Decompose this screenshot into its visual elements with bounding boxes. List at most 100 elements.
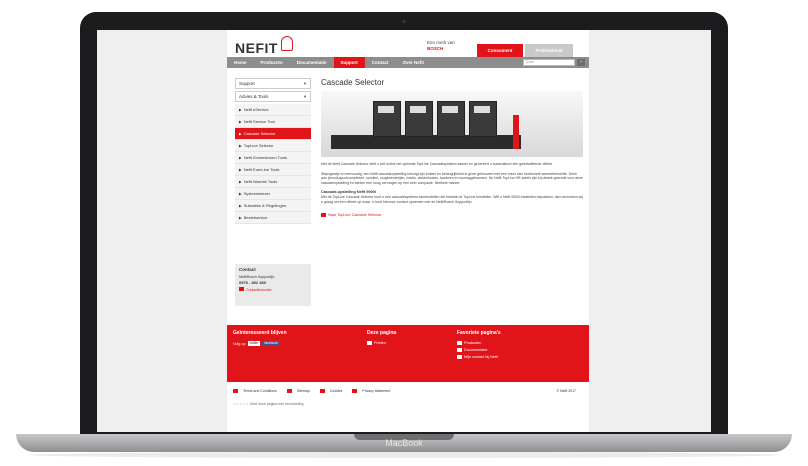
sidebar-item-systeemkiezer[interactable]: ▶ Systeemkiezer bbox=[235, 188, 311, 200]
sidebar-item-warmte[interactable]: ▶ Nefit Warmte Tools bbox=[235, 176, 311, 188]
footer-col-follow: Geïnteresseerd blijven Volg op twitter fac… bbox=[233, 330, 287, 346]
cascade-selector-link[interactable]: Naar TopLine Cascade Selector bbox=[321, 213, 583, 217]
sidebar-item-label: Nefit eService bbox=[243, 107, 269, 112]
sidebar-item-zonnestroom[interactable]: ▶ Nefit Zonnestroom Tools bbox=[235, 152, 311, 164]
arrow-icon: ▶ bbox=[239, 216, 242, 220]
arrow-icon: ▶ bbox=[239, 108, 242, 112]
nav-producten[interactable]: Producten bbox=[254, 57, 290, 68]
sidebar-item-label: Bestelservice bbox=[243, 215, 268, 220]
link-icon bbox=[233, 389, 238, 393]
copyright: © Nefit 2017 bbox=[556, 389, 576, 393]
nav-contact[interactable]: Contact bbox=[365, 57, 396, 68]
arrow-icon: ▶ bbox=[239, 168, 242, 172]
sidebar-item-enerline[interactable]: ▶ Nefit EnerLine Tools bbox=[235, 164, 311, 176]
boiler-unit bbox=[437, 101, 465, 137]
sidebar-item-label: Subsidies & Regelingen bbox=[243, 203, 287, 208]
contact-form-label: Contactformulier bbox=[246, 288, 272, 292]
sidebar-item-service-tool[interactable]: ▶ Nefit Service Tool bbox=[235, 116, 311, 128]
link-icon bbox=[457, 348, 462, 352]
boiler-unit bbox=[373, 101, 401, 137]
facebook-icon[interactable]: facebook bbox=[262, 341, 280, 346]
fav-link-label: Documentatie bbox=[464, 348, 488, 352]
link-icon bbox=[457, 355, 462, 359]
sidebar-item-label: Systeemkiezer bbox=[243, 191, 270, 196]
boiler-unit bbox=[405, 101, 433, 137]
sidebar-item-eservice[interactable]: ▶ Nefit eService bbox=[235, 104, 311, 116]
main-nav: Home Producten Documentatie Support Cont… bbox=[227, 57, 589, 68]
bottom-link-label: Privacy statement bbox=[362, 389, 391, 393]
footer-col-title: Geïnteresseerd blijven bbox=[233, 330, 287, 336]
professional-button[interactable]: Professional bbox=[525, 44, 573, 57]
site-footer: Geïnteresseerd blijven Volg op twitter fac… bbox=[227, 325, 589, 382]
bottom-link[interactable]: Sitemap bbox=[286, 389, 315, 393]
twitter-icon[interactable]: twitter bbox=[247, 341, 261, 346]
red-pipe bbox=[513, 115, 519, 149]
subsection-select-label: Advies & Tools bbox=[239, 94, 269, 99]
fav-link-label: Producten bbox=[464, 341, 482, 345]
camera-icon bbox=[402, 20, 406, 23]
nefit-logo[interactable]: NEFIT bbox=[235, 40, 278, 56]
bottom-link[interactable]: Privacy statement bbox=[352, 389, 395, 393]
page-rating[interactable]: ☆☆☆☆☆ Geef deze pagina een beoordeling bbox=[233, 402, 303, 406]
footer-col-title: Deze pagina bbox=[367, 330, 397, 336]
link-icon bbox=[286, 389, 292, 393]
intro-paragraph: Met de Nefit Cascade Selector stelt u ze… bbox=[321, 162, 554, 166]
contact-box: Contact Nefit/Bosch Supportlijn 0575 - 8… bbox=[235, 264, 311, 306]
bottom-link-label: Sitemap bbox=[296, 389, 310, 393]
macbook-label: MacBook bbox=[385, 438, 423, 448]
arrow-icon: ▶ bbox=[239, 204, 242, 208]
chevron-down-icon: ▼ bbox=[303, 81, 307, 86]
arrow-right-icon bbox=[321, 213, 326, 217]
link-icon bbox=[319, 389, 325, 393]
bottom-link[interactable]: Terms and Conditions bbox=[233, 389, 282, 393]
sidebar: Support ▼ Advies & Tools ▼ ▶ Nefit eService… bbox=[235, 78, 311, 224]
body-paragraph-2: Met de TopLine Cascade Selector kunt u e… bbox=[321, 195, 583, 204]
flame-icon bbox=[281, 36, 293, 51]
chevron-down-icon: ▼ bbox=[303, 94, 307, 99]
fav-link[interactable]: Producten bbox=[457, 341, 501, 345]
search-input[interactable]: Zoek bbox=[523, 59, 575, 66]
body-paragraph: Stapsgewijs en eenvoudig, een Nefit casc… bbox=[321, 171, 583, 185]
section-select[interactable]: Support ▼ bbox=[235, 78, 311, 89]
site-header: NEFIT Een merk van BOSCH Consument Profe… bbox=[227, 30, 589, 57]
nav-support[interactable]: Support bbox=[333, 57, 365, 68]
sidebar-item-topline-selector[interactable]: ▶ TopLine Selector bbox=[235, 140, 311, 152]
arrow-icon: ▶ bbox=[239, 144, 242, 148]
subheading: Cascade-opstelling Nefit 9000i bbox=[321, 190, 376, 194]
mail-icon bbox=[239, 287, 244, 291]
nav-home[interactable]: Home bbox=[227, 57, 254, 68]
hero-image bbox=[321, 91, 583, 157]
boiler-unit bbox=[469, 101, 497, 137]
search-icon[interactable]: › bbox=[577, 59, 585, 66]
nav-documentatie[interactable]: Documentatie bbox=[290, 57, 334, 68]
sidebar-item-cascade-selector[interactable]: ▶ Cascade Selector bbox=[235, 128, 311, 140]
contact-title: Contact bbox=[239, 267, 256, 272]
nav-over-nefit[interactable]: Over Nefit bbox=[396, 57, 432, 68]
fav-link[interactable]: Documentatie bbox=[457, 348, 501, 352]
link-icon bbox=[352, 389, 358, 393]
arrow-icon: ▶ bbox=[239, 156, 242, 160]
arrow-icon: ▶ bbox=[239, 120, 242, 124]
sidebar-item-subsidies[interactable]: ▶ Subsidies & Regelingen bbox=[235, 200, 311, 212]
cascade-selector-link-label: Naar TopLine Cascade Selector bbox=[328, 213, 382, 217]
main-content: Cascade Selector Met de Nefit Cascade Se… bbox=[321, 78, 583, 217]
consument-button[interactable]: Consument bbox=[477, 44, 523, 57]
social-row: Volg op twitter facebook bbox=[233, 341, 287, 346]
footer-col-title: Favoriete pagina's bbox=[457, 330, 501, 336]
sidebar-item-bestelservice[interactable]: ▶ Bestelservice bbox=[235, 212, 311, 224]
bosch-tag-line2: BOSCH bbox=[427, 46, 444, 51]
subsection-select[interactable]: Advies & Tools ▼ bbox=[235, 91, 311, 102]
footer-col-page: Deze pagina Printen bbox=[367, 330, 396, 345]
sidebar-item-label: Nefit Zonnestroom Tools bbox=[243, 155, 287, 160]
fav-link[interactable]: Mijn contact bij Nefit bbox=[457, 355, 501, 359]
bottom-link[interactable]: Cookies bbox=[319, 389, 348, 393]
print-link[interactable]: Printen bbox=[367, 341, 396, 345]
section-select-label: Support bbox=[239, 81, 255, 86]
bottom-link-label: Terms and Conditions bbox=[243, 389, 277, 393]
arrow-icon: ▶ bbox=[239, 132, 242, 136]
website: NEFIT Een merk van BOSCH Consument Profe… bbox=[227, 30, 589, 432]
sidebar-item-label: Nefit Service Tool bbox=[243, 119, 275, 124]
link-icon bbox=[457, 341, 462, 345]
star-icon: ☆☆☆☆☆ bbox=[233, 402, 249, 406]
contact-form-link[interactable]: Contactformulier bbox=[235, 285, 311, 294]
